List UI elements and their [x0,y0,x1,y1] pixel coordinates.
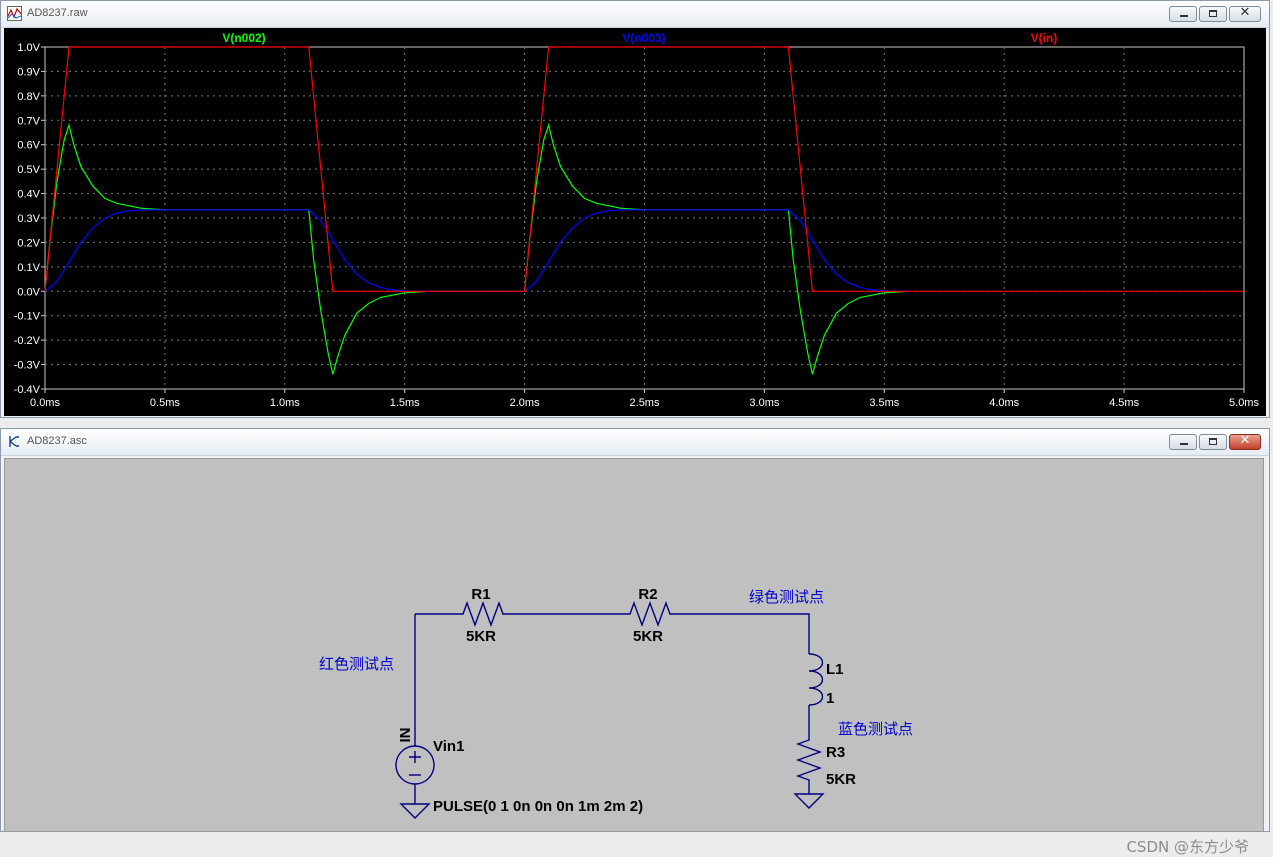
close-button[interactable]: ✕ [1229,5,1261,22]
x-tick-label: 2.0ms [510,397,540,409]
x-tick-label: 1.5ms [390,397,420,409]
waveform-window-title: AD8237.raw [27,7,88,19]
x-tick-label: 4.0ms [989,397,1019,409]
waveform-titlebar[interactable]: AD8237.raw ✕ [1,1,1269,28]
maximize-icon [1209,438,1217,445]
schematic-titlebar[interactable]: AD8237.asc ✕ [1,429,1269,456]
r1-name: R1 [471,586,490,603]
schematic-window: AD8237.asc ✕ R1 5KR R2 5KR L1 1 R3 5KR V… [0,428,1270,856]
close-button[interactable]: ✕ [1229,433,1261,450]
r2-name: R2 [638,586,657,603]
x-tick-label: 1.0ms [270,397,300,409]
close-icon: ✕ [1239,433,1251,448]
y-tick-label: -0.4V [14,384,41,396]
y-tick-label: 0.8V [17,91,40,103]
y-tick-label: -0.3V [14,360,41,372]
waveform-plot-area[interactable]: 1.0V 0.9V 0.8V 0.7V 0.6V 0.5V 0.4V 0.3V 0.2V 0.1V… [4,28,1266,416]
waveform-window: AD8237.raw ✕ 1.0V 0.9V 0.8V 0.7V 0.6V 0.5V 0.4… [0,0,1270,418]
l1-name: L1 [826,661,844,678]
y-tick-label: 0.3V [17,213,40,225]
inductor-l1[interactable] [808,653,824,706]
x-tick-label: 4.5ms [1109,397,1139,409]
ground-r3 [793,793,825,809]
x-tick-label: 3.0ms [749,397,779,409]
y-tick-label: 0.2V [17,237,40,249]
resistor-r2[interactable] [623,600,673,628]
resistor-r3[interactable] [795,734,823,794]
maximize-button[interactable] [1199,6,1227,22]
series-v-n002 [44,123,909,375]
green-test-point-label: 绿色测试点 [749,589,824,606]
close-icon: ✕ [1239,5,1251,20]
legend-label: V(n002) [222,31,265,45]
waveform-icon [7,6,22,21]
y-tick-label: 0.7V [17,115,40,127]
net-label-in: IN [397,728,414,743]
maximize-button[interactable] [1199,434,1227,450]
legend-label: V(n003) [622,31,665,45]
minimize-button[interactable] [1169,434,1197,450]
blue-test-point-label: 蓝色测试点 [838,721,913,738]
x-tick-label: 0.0ms [30,397,60,409]
minimize-icon [1180,15,1188,17]
y-tick-label: 0.4V [17,189,40,201]
series-v-n003 [44,209,909,292]
schematic-canvas[interactable]: R1 5KR R2 5KR L1 1 R3 5KR Vin1 PULSE(0 1… [4,458,1264,856]
vin1-name: Vin1 [433,738,464,755]
y-tick-label: 0.5V [17,164,40,176]
wire [673,613,810,654]
y-tick-label: 0.1V [17,262,40,274]
x-tick-label: 5.0ms [1229,397,1259,409]
x-tick-label: 2.5ms [630,397,660,409]
r2-value: 5KR [633,628,663,645]
y-tick-label: -0.1V [14,311,41,323]
x-tick-label: 3.5ms [869,397,899,409]
r3-name: R3 [826,744,845,761]
y-tick-label: 0.9V [17,66,40,78]
minimize-icon [1180,443,1188,445]
legend-label: V(in) [1031,31,1058,45]
y-tick-label: 0.6V [17,140,40,152]
x-tick-label: 0.5ms [150,397,180,409]
schematic-window-title: AD8237.asc [27,435,87,447]
y-tick-label: 1.0V [17,42,40,54]
vin1-value: PULSE(0 1 0n 0n 0n 1m 2m 2) [433,798,643,815]
maximize-icon [1209,10,1217,17]
schematic-drawing[interactable]: R1 5KR R2 5KR L1 1 R3 5KR Vin1 PULSE(0 1… [5,459,1263,831]
red-test-point-label: 红色测试点 [319,656,394,673]
r3-value: 5KR [826,771,856,788]
ground-vin1 [399,803,431,819]
y-tick-label: -0.2V [14,335,41,347]
plus-sign [409,751,421,763]
resistor-r1[interactable] [455,600,505,628]
minimize-button[interactable] [1169,6,1197,22]
schematic-icon [9,436,19,447]
waveform-chart[interactable]: 1.0V 0.9V 0.8V 0.7V 0.6V 0.5V 0.4V 0.3V 0.2V 0.1V… [4,28,1266,416]
watermark: CSDN @东方少爷 [1126,838,1249,856]
r1-value: 5KR [466,628,496,645]
y-tick-label: 0.0V [17,286,40,298]
l1-value: 1 [826,690,834,707]
plot-frame [44,46,1245,390]
